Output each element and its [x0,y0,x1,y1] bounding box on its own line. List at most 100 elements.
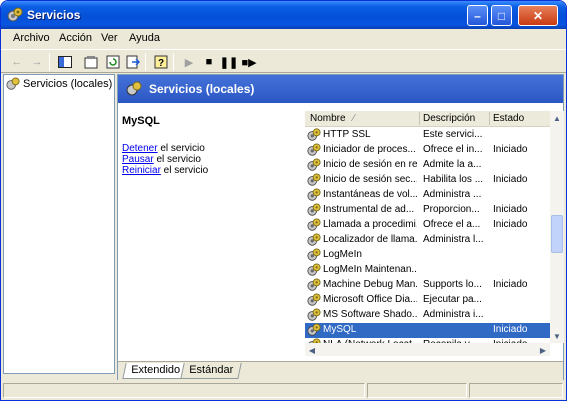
vertical-scrollbar[interactable]: ▲ ▼ [550,111,564,343]
service-name: Inicio de sesión en red [323,159,417,170]
service-row[interactable]: HTTP SSL Este servici... [305,128,550,143]
menu-ayuda[interactable]: Ayuda [129,32,160,44]
column-divider[interactable] [419,112,420,125]
service-description: Supports lo... [423,279,482,290]
list-header: Nombre ∕ Descripción Estado [305,111,550,127]
service-row[interactable]: Machine Debug Man... Supports lo... Inicia… [305,278,550,293]
service-gear-icon [307,143,321,156]
menu-bar: Archivo Acción Ver Ayuda [1,29,566,49]
service-row[interactable]: Instrumental de ad... Proporcion... Inicia… [305,203,550,218]
tab-label: Extendido [131,364,181,376]
services-gear-icon [126,81,142,96]
details-pane: Servicios (locales) MySQL Detener el ser… [117,74,564,381]
tree-item-services-local[interactable]: Servicios (locales) [6,77,112,91]
properties-icon[interactable] [83,54,99,70]
service-name: HTTP SSL [323,129,371,140]
close-button[interactable]: ✕ [518,5,558,26]
maximize-icon: □ [497,8,506,23]
service-name: LogMeIn Maintenan... [323,264,417,275]
start-service-icon[interactable]: ▶ [181,54,197,70]
service-description: Administra ... [423,189,482,200]
status-cell [367,383,467,398]
maximize-button[interactable]: □ [491,5,512,26]
scroll-left-icon[interactable]: ◀ [305,343,319,357]
title-bar[interactable]: Servicios – □ ✕ [1,1,566,29]
menu-accion[interactable]: Acción [59,32,92,44]
service-row[interactable]: Iniciador de proces... Ofrece el in... Ini… [305,143,550,158]
restart-service-link[interactable]: Reiniciar [122,165,161,176]
services-window: Servicios – □ ✕ Archivo Acción Ver Ayuda… [0,0,567,401]
service-status: Iniciado [493,144,528,155]
tab-estandar[interactable]: Estándar [180,363,242,379]
service-name: MySQL [323,324,357,335]
toolbar-separator [145,53,146,71]
scroll-up-icon[interactable]: ▲ [550,111,564,125]
details-header: Servicios (locales) [118,75,563,103]
menu-archivo[interactable]: Archivo [13,32,50,44]
details-title: Servicios (locales) [149,82,255,96]
service-description: Administra l... [423,234,484,245]
scroll-right-icon[interactable]: ▶ [536,343,550,357]
stop-service-icon[interactable]: ■ [201,54,217,70]
action-suffix: el servicio [160,165,209,176]
service-row[interactable]: Llamada a procedimi... Ofrece el a... Inic… [305,218,550,233]
scrollbar-thumb[interactable] [551,215,563,253]
service-row[interactable]: MySQL Iniciado [305,323,550,338]
service-row[interactable]: Instantáneas de vol... Administra ... [305,188,550,203]
service-row[interactable]: Microsoft Office Dia... Ejecutar pa... [305,293,550,308]
help-icon[interactable]: ? [153,54,169,70]
service-gear-icon [307,278,321,291]
service-status: Iniciado [493,204,528,215]
toolbar-separator [49,53,50,71]
service-gear-icon [307,233,321,246]
back-arrow-icon[interactable]: ← [9,54,25,70]
service-name: Iniciador de proces... [323,144,416,155]
service-row[interactable]: Inicio de sesión sec... Habilita los ... I… [305,173,550,188]
stop-service-link[interactable]: Detener [122,143,158,154]
pause-service-icon[interactable]: ❚❚ [220,54,238,70]
service-name: LogMeIn [323,249,362,260]
service-gear-icon [307,323,321,336]
service-description: Ofrece el in... [423,144,483,155]
service-row[interactable]: MS Software Shado... Administra i... [305,308,550,323]
service-row[interactable]: LogMeIn Maintenan... [305,263,550,278]
service-description-panel: MySQL Detener el servicio Pausar el serv… [118,103,304,361]
service-name: Instantáneas de vol... [323,189,417,200]
service-description: Proporcion... [423,204,480,215]
show-hide-tree-icon[interactable] [57,54,73,70]
tab-extendido[interactable]: Extendido [122,363,189,379]
service-name: Llamada a procedimi... [323,219,417,230]
refresh-icon[interactable] [105,54,121,70]
horizontal-scrollbar[interactable]: ◀ ▶ [305,343,550,356]
menu-ver[interactable]: Ver [101,32,118,44]
service-description: Este servici... [423,129,483,140]
service-row[interactable]: Inicio de sesión en red Admite la a... [305,158,550,173]
pause-service-link[interactable]: Pausar [122,154,154,165]
column-header-status[interactable]: Estado [493,113,524,124]
service-gear-icon [307,263,321,276]
export-list-icon[interactable] [125,54,141,70]
column-divider[interactable] [489,112,490,125]
minimize-button[interactable]: – [467,5,488,26]
service-gear-icon [307,158,321,171]
scroll-down-icon[interactable]: ▼ [550,329,564,343]
service-gear-icon [307,128,321,141]
service-gear-icon [307,248,321,261]
close-icon: ✕ [532,8,544,23]
action-suffix: el servicio [153,154,201,165]
service-row[interactable]: LogMeIn [305,248,550,263]
forward-arrow-icon[interactable]: → [29,54,45,70]
tab-label: Estándar [189,364,234,376]
column-header-name[interactable]: Nombre [310,113,346,124]
service-gear-icon [307,173,321,186]
restart-service-icon[interactable]: ■▶ [241,54,257,70]
service-gear-icon [307,293,321,306]
status-bar [3,381,564,399]
service-status: Iniciado [493,219,528,230]
toolbar-separator [173,53,174,71]
minimize-icon: – [474,8,481,23]
service-description: Admite la a... [423,159,482,170]
action-pause: Pausar el servicio [122,154,201,165]
column-header-description[interactable]: Descripción [423,113,475,124]
service-row[interactable]: Localizador de llama... Administra l... [305,233,550,248]
